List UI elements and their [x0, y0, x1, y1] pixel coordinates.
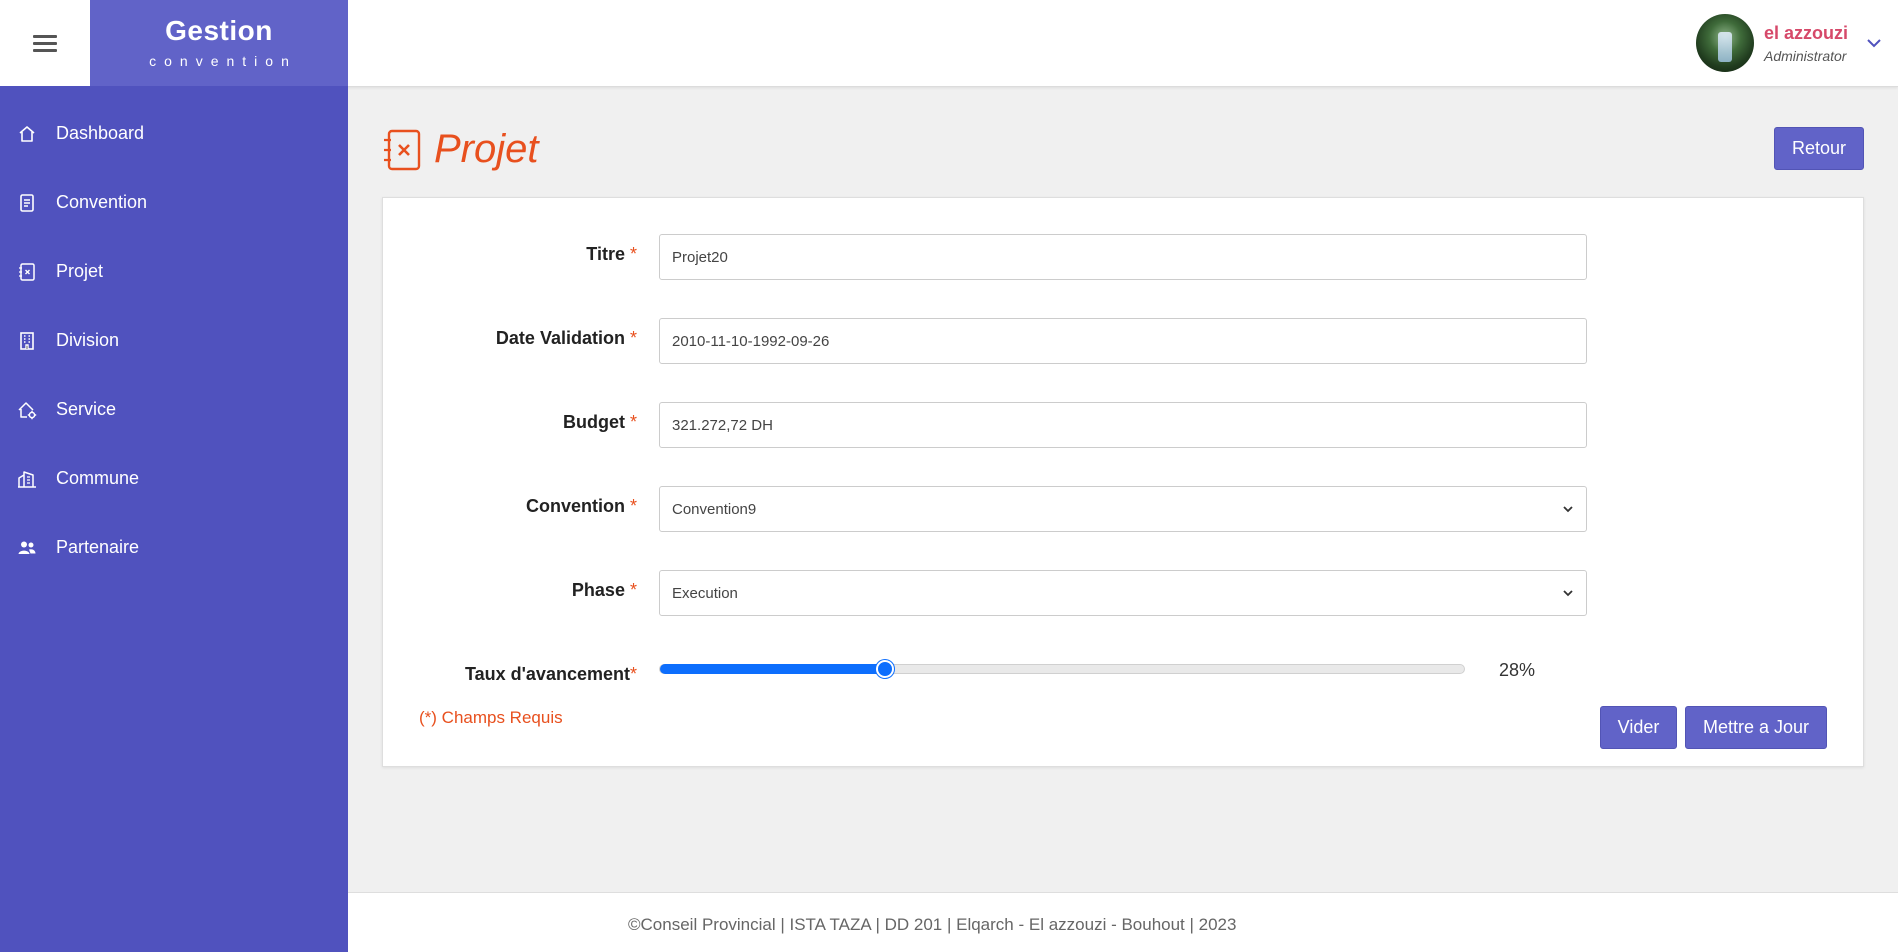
required-mark: * [629, 244, 637, 264]
building-icon [16, 330, 38, 352]
sidebar-item-label: Partenaire [56, 537, 140, 557]
sidebar-item-projet[interactable]: Projet [0, 237, 348, 306]
back-button[interactable]: Retour [1774, 127, 1864, 170]
date-validation-input[interactable]: 2010-11-10-1992-09-26 [659, 318, 1587, 364]
form-row-phase: Phase * Execution [383, 570, 1863, 616]
budget-label-text: Budget [562, 412, 625, 432]
taux-label-text: Taux d'avancement [464, 664, 630, 684]
form-row-titre: Titre * Projet20 [383, 234, 1863, 280]
required-mark: * [629, 496, 637, 516]
convention-label: Convention * [526, 496, 637, 517]
convention-label-text: Convention [525, 496, 625, 516]
date-validation-label-text: Date Validation [495, 328, 625, 348]
house-icon [16, 123, 38, 145]
slider-fill [660, 664, 886, 674]
phase-label-text: Phase [571, 580, 625, 600]
footer: ©Conseil Provincial | ISTA TAZA | DD 201… [348, 892, 1898, 952]
chevron-down-icon [1563, 590, 1573, 597]
sidebar-item-partenaire[interactable]: Partenaire [0, 513, 348, 582]
sidebar-item-division[interactable]: Division [0, 306, 348, 375]
people-icon [16, 537, 38, 559]
slider-handle[interactable] [876, 660, 895, 678]
user-info: el azzouzi Administrator [1764, 23, 1848, 64]
chevron-down-icon[interactable] [1866, 35, 1882, 51]
taux-slider[interactable] [659, 660, 1465, 678]
user-menu[interactable]: el azzouzi Administrator [1695, 0, 1898, 86]
titre-input[interactable]: Projet20 [659, 234, 1587, 280]
clear-button[interactable]: Vider [1600, 706, 1677, 749]
form-row-convention: Convention * Convention9 [383, 486, 1863, 532]
page-title: Projet [434, 127, 539, 171]
taux-label: Taux d'avancement* [465, 664, 637, 685]
titre-label-text: Titre [586, 244, 625, 264]
budget-value: 321.272,72 DH [672, 416, 773, 434]
sidebar-item-dashboard[interactable]: Dashboard [0, 99, 348, 168]
budget-input[interactable]: 321.272,72 DH [659, 402, 1587, 448]
document-icon [16, 192, 38, 214]
form-row-budget: Budget * 321.272,72 DH [383, 402, 1863, 448]
required-mark: * [629, 412, 637, 432]
required-mark: * [629, 664, 637, 684]
required-mark: * [629, 580, 637, 600]
form-row-date-validation: Date Validation * 2010-11-10-1992-09-26 [383, 318, 1863, 364]
sidebar-item-label: Projet [56, 261, 104, 281]
sidebar-item-service[interactable]: Service [0, 375, 348, 444]
sidebar-item-label: Service [56, 399, 117, 419]
convention-select[interactable]: Convention9 [659, 486, 1587, 532]
phase-label: Phase * [572, 580, 637, 601]
user-role: Administrator [1763, 47, 1847, 64]
chevron-down-icon [1563, 506, 1573, 513]
brand-title: Gestion [165, 15, 273, 46]
form-row-taux: Taux d'avancement* 28% [383, 654, 1863, 700]
hamburger-icon [33, 31, 57, 56]
menu-toggle-button[interactable] [0, 0, 90, 86]
project-form: Titre * Projet20 Date Validation * 2010-… [382, 197, 1864, 767]
avatar[interactable] [1695, 14, 1754, 72]
project-icon [16, 261, 38, 283]
sidebar-item-label: Division [56, 330, 120, 350]
city-icon [16, 468, 38, 490]
required-mark: * [629, 328, 637, 348]
user-name: el azzouzi [1763, 22, 1848, 43]
phase-value: Execution [672, 584, 738, 602]
page-header: Projet [382, 127, 539, 172]
footer-text: ©Conseil Provincial | ISTA TAZA | DD 201… [628, 915, 1237, 934]
brand-logo[interactable]: Gestion convention [90, 0, 348, 86]
sidebar-item-commune[interactable]: Commune [0, 444, 348, 513]
titre-value: Projet20 [672, 248, 728, 266]
project-icon [384, 129, 421, 170]
sidebar-item-convention[interactable]: Convention [0, 168, 348, 237]
top-bar: Gestion convention el azzouzi Administra… [0, 0, 1898, 87]
update-button[interactable]: Mettre a Jour [1685, 706, 1827, 749]
sidebar-item-label: Convention [56, 192, 148, 212]
budget-label: Budget * [563, 412, 637, 433]
date-validation-label: Date Validation * [496, 328, 637, 349]
sidebar: Dashboard Convention Projet Division Ser… [0, 86, 348, 952]
date-validation-value: 2010-11-10-1992-09-26 [672, 332, 830, 350]
taux-value: 28% [1499, 660, 1536, 680]
house-gear-icon [16, 399, 38, 421]
main-content: Projet Retour Titre * Projet20 Date Vali… [348, 87, 1898, 892]
convention-value: Convention9 [672, 500, 757, 518]
sidebar-item-label: Commune [56, 468, 140, 488]
titre-label: Titre * [586, 244, 637, 265]
sidebar-item-label: Dashboard [56, 123, 145, 143]
phase-select[interactable]: Execution [659, 570, 1587, 616]
brand-subtitle: convention [149, 53, 297, 69]
required-fields-note: (*) Champs Requis [419, 708, 563, 727]
